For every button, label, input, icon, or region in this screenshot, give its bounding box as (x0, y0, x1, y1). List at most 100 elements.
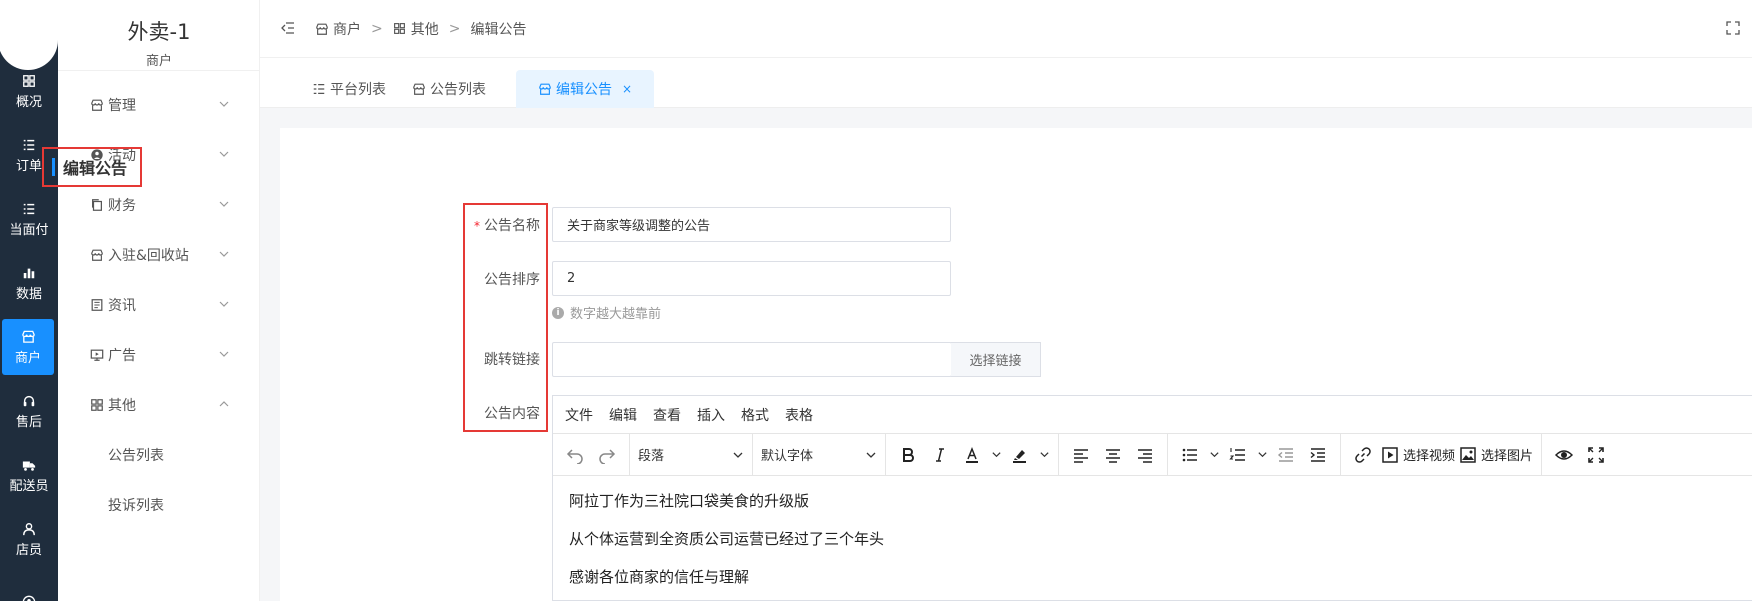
indent-button[interactable] (1304, 440, 1332, 470)
rail-item-merchant[interactable]: 商户 (2, 319, 54, 375)
toolbar-group-view (1542, 434, 1618, 476)
editor-menu-file[interactable]: 文件 (565, 405, 593, 425)
rail-item-face-pay[interactable]: 当面付 (0, 191, 58, 247)
numbered-list-dropdown[interactable] (1256, 440, 1268, 470)
breadcrumb-item[interactable]: 其他 (411, 19, 439, 39)
rail-item-overview[interactable]: 概况 (0, 63, 58, 119)
numbered-list-icon (1229, 447, 1245, 461)
tab-edit-notice[interactable]: 编辑公告 × (516, 70, 655, 108)
align-right-button[interactable] (1131, 440, 1159, 470)
block-format-value: 段落 (638, 449, 665, 464)
editor-menu-view[interactable]: 查看 (653, 405, 681, 425)
editor-paragraph: 感谢各位商家的信任与理解 (569, 568, 750, 586)
undo-button[interactable] (561, 440, 589, 470)
sidebar-menu-news[interactable]: 资讯 (58, 285, 260, 325)
sidebar-menu-label: 资讯 (108, 298, 136, 314)
editor-content[interactable]: 阿拉丁作为三社院口袋美食的升级版 从个体运营到全资质公司运营已经过了三个年头 感… (553, 476, 1752, 601)
editor-menu-format[interactable]: 格式 (741, 405, 769, 425)
editor-menu-edit[interactable]: 编辑 (609, 405, 637, 425)
jump-link-label: 跳转链接 (484, 352, 540, 368)
sidebar-menu-finance[interactable]: 财务 (58, 185, 260, 225)
jump-link-input[interactable] (552, 342, 952, 377)
chevron-down-icon (219, 201, 229, 207)
chevron-down-icon (219, 151, 229, 157)
select-image-button[interactable]: 选择图片 (1459, 440, 1533, 470)
page-tabs: 平台列表 公告列表 编辑公告 × (260, 58, 1752, 108)
rail-item-after-sales[interactable]: 售后 (0, 383, 58, 439)
chevron-down-icon (219, 301, 229, 307)
notice-sort-label: 公告排序 (484, 272, 540, 288)
chevron-down-icon (1039, 452, 1049, 458)
sidebar-menu-onboarding-recycle[interactable]: 入驻&回收站 (58, 235, 260, 275)
notice-content-label: 公告内容 (484, 406, 540, 422)
toolbar-group-lists (1168, 433, 1341, 476)
rail-item-label: 配送员 (9, 478, 49, 494)
tab-notice-list[interactable]: 公告列表 (390, 70, 508, 108)
sidebar-subitem-complaint-list[interactable]: 投诉列表 (58, 485, 260, 525)
sidebar-menu-ads[interactable]: 广告 (58, 335, 260, 375)
highlight-color-dropdown[interactable] (1038, 440, 1050, 470)
bar-chart-icon (21, 265, 37, 281)
redo-button[interactable] (593, 440, 621, 470)
breadcrumb-separator: > (448, 21, 461, 37)
font-color-button[interactable] (958, 440, 986, 470)
align-center-button[interactable] (1099, 440, 1127, 470)
link-button[interactable] (1349, 440, 1377, 470)
align-left-button[interactable] (1067, 440, 1095, 470)
toolbar-group-insert: 选择视频 选择图片 (1341, 433, 1543, 476)
fullscreen-icon[interactable] (1726, 21, 1740, 35)
rail-item-more[interactable] (0, 575, 58, 601)
avatar[interactable] (0, 0, 58, 70)
rail-item-label: 店员 (15, 542, 42, 558)
sort-hint: i 数字越大越靠前 (552, 303, 661, 322)
notice-name-label-text: 公告名称 (484, 218, 540, 234)
chevron-down-icon (991, 452, 1001, 458)
title-accent-bar (52, 158, 55, 176)
news-icon (90, 298, 104, 312)
redo-icon (599, 448, 616, 464)
editor-fullscreen-button[interactable] (1582, 440, 1610, 470)
bullet-list-dropdown[interactable] (1208, 440, 1220, 470)
toolbar-group-style (886, 433, 1059, 476)
rail-item-courier[interactable]: 配送员 (0, 447, 58, 503)
bold-button[interactable] (894, 440, 922, 470)
highlight-color-button[interactable] (1006, 440, 1034, 470)
toolbar-group-align (1059, 433, 1168, 476)
numbered-list-button[interactable] (1224, 440, 1252, 470)
rail-item-data[interactable]: 数据 (0, 255, 58, 311)
app-root: 概况 订单 当面付 数据 商户 售后 配送员 店员 外卖-1 商户 管理 活动 … (0, 0, 1752, 601)
secondary-sidebar: 外卖-1 商户 管理 活动 财务 入驻&回收站 资讯 广告 其他 公告列表 投诉… (58, 0, 260, 601)
sidebar-menu-other[interactable]: 其他 (58, 385, 260, 425)
editor-menu-table[interactable]: 表格 (785, 405, 813, 425)
sidebar-menu-manage[interactable]: 管理 (58, 85, 260, 125)
block-format-select[interactable]: 段落 (630, 440, 752, 470)
notice-sort-input[interactable]: 2 (552, 261, 951, 296)
grid-icon (393, 22, 407, 36)
list-icon (21, 137, 37, 153)
align-center-icon (1106, 448, 1120, 463)
rich-text-editor: 文件 编辑 查看 插入 格式 表格 段落 默认字体 选择视频 选择图片 阿拉丁作… (552, 395, 1752, 601)
select-video-button[interactable]: 选择视频 (1381, 440, 1455, 470)
italic-button[interactable] (926, 440, 954, 470)
editor-menu-insert[interactable]: 插入 (697, 405, 725, 425)
sort-hint-text: 数字越大越靠前 (570, 307, 662, 322)
toolbar-group-font: 默认字体 (753, 433, 886, 476)
indent-icon (1310, 447, 1325, 462)
outdent-button[interactable] (1272, 440, 1300, 470)
chevron-down-icon (219, 351, 229, 357)
tab-close-icon[interactable]: × (622, 82, 632, 96)
collapse-sidebar-icon[interactable] (280, 20, 296, 36)
font-family-select[interactable]: 默认字体 (753, 440, 885, 470)
video-icon (1382, 446, 1398, 463)
breadcrumb-item[interactable]: 商户 (333, 19, 361, 39)
font-color-dropdown[interactable] (990, 440, 1002, 470)
notice-name-input[interactable]: 关于商家等级调整的公告 (552, 207, 951, 242)
breadcrumb-current: 编辑公告 (470, 22, 527, 38)
select-link-button[interactable]: 选择链接 (951, 342, 1041, 377)
sidebar-subitem-notice-list[interactable]: 公告列表 (58, 435, 260, 475)
rail-item-clerk[interactable]: 店员 (0, 511, 58, 567)
bullet-list-button[interactable] (1176, 440, 1204, 470)
rail-item-label: 商户 (14, 350, 41, 366)
rail-item-label: 售后 (15, 414, 42, 430)
preview-button[interactable] (1550, 440, 1578, 470)
